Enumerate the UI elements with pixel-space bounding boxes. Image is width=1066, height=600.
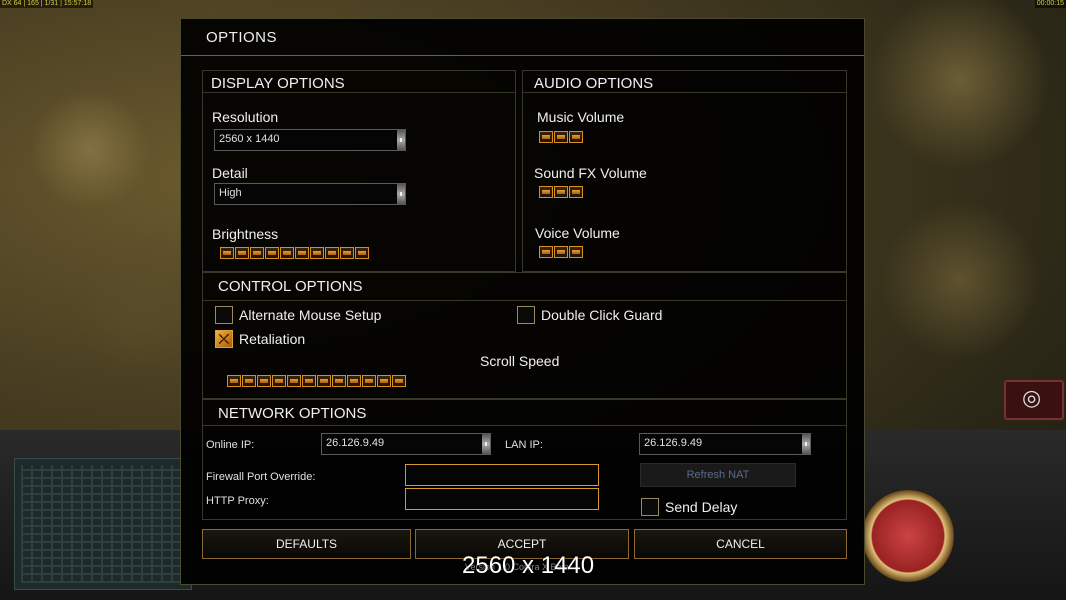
dialog-header: OPTIONS bbox=[181, 19, 864, 56]
dropdown-arrow-icon[interactable] bbox=[397, 130, 405, 150]
voice-volume-label: Voice Volume bbox=[535, 225, 620, 241]
sfx-volume-slider[interactable] bbox=[539, 186, 583, 198]
resolution-label: Resolution bbox=[212, 109, 279, 125]
brightness-slider[interactable] bbox=[220, 247, 369, 259]
music-volume-slider[interactable] bbox=[539, 131, 583, 143]
slider-segment[interactable] bbox=[250, 247, 264, 259]
slider-segment[interactable] bbox=[332, 375, 346, 387]
slider-segment[interactable] bbox=[347, 375, 361, 387]
detail-dropdown[interactable]: High bbox=[214, 183, 406, 205]
audio-options-title: AUDIO OPTIONS bbox=[534, 75, 654, 92]
slider-segment[interactable] bbox=[280, 247, 294, 259]
slider-segment[interactable] bbox=[539, 131, 553, 143]
scroll-speed-slider[interactable] bbox=[227, 375, 406, 387]
slider-segment[interactable] bbox=[220, 247, 234, 259]
online-ip-value: 26.126.9.49 bbox=[326, 437, 385, 449]
display-options-title: DISPLAY OPTIONS bbox=[211, 75, 345, 92]
slider-segment[interactable] bbox=[272, 375, 286, 387]
double-click-guard-label: Double Click Guard bbox=[541, 307, 663, 323]
faction-emblem-icon bbox=[862, 490, 954, 582]
slider-segment[interactable] bbox=[392, 375, 406, 387]
slider-segment[interactable] bbox=[569, 186, 583, 198]
slider-segment[interactable] bbox=[302, 375, 316, 387]
radar-toggle-icon[interactable] bbox=[1004, 380, 1064, 420]
audio-options-panel: AUDIO OPTIONS Music Volume Sound FX Volu… bbox=[522, 70, 847, 272]
network-options-title: NETWORK OPTIONS bbox=[218, 405, 367, 422]
dropdown-arrow-icon[interactable] bbox=[397, 184, 405, 204]
slider-segment[interactable] bbox=[377, 375, 391, 387]
slider-segment[interactable] bbox=[325, 247, 339, 259]
slider-segment[interactable] bbox=[310, 247, 324, 259]
control-options-title: CONTROL OPTIONS bbox=[218, 278, 363, 295]
slider-segment[interactable] bbox=[569, 131, 583, 143]
options-dialog: OPTIONS DISPLAY OPTIONS Resolution 2560 … bbox=[180, 18, 865, 585]
dropdown-arrow-icon[interactable] bbox=[802, 434, 810, 454]
retaliation-label: Retaliation bbox=[239, 331, 306, 347]
alternate-mouse-label: Alternate Mouse Setup bbox=[239, 307, 382, 323]
system-status: DX 64 | 165 | 1/31 | 15:57:18 bbox=[0, 0, 94, 8]
slider-segment[interactable] bbox=[569, 246, 583, 258]
sfx-volume-label: Sound FX Volume bbox=[534, 165, 647, 181]
scroll-speed-label: Scroll Speed bbox=[480, 353, 560, 369]
slider-segment[interactable] bbox=[554, 131, 568, 143]
cancel-button[interactable]: CANCEL bbox=[634, 529, 847, 559]
firewall-port-label: Firewall Port Override: bbox=[206, 471, 316, 483]
dialog-title: OPTIONS bbox=[206, 29, 278, 46]
display-options-panel: DISPLAY OPTIONS Resolution 2560 x 1440 D… bbox=[202, 70, 516, 272]
alternate-mouse-checkbox[interactable] bbox=[215, 306, 233, 324]
retaliation-checkbox[interactable] bbox=[215, 330, 233, 348]
system-clock: 00:00:15 bbox=[1034, 0, 1066, 8]
lan-ip-value: 26.126.9.49 bbox=[644, 437, 703, 449]
slider-segment[interactable] bbox=[340, 247, 354, 259]
slider-segment[interactable] bbox=[257, 375, 271, 387]
slider-segment[interactable] bbox=[362, 375, 376, 387]
http-proxy-input[interactable] bbox=[405, 488, 599, 510]
slider-segment[interactable] bbox=[295, 247, 309, 259]
music-volume-label: Music Volume bbox=[537, 109, 625, 125]
defaults-button[interactable]: DEFAULTS bbox=[202, 529, 411, 559]
resolution-overlay: 2560 x 1440 bbox=[462, 552, 595, 579]
detail-label: Detail bbox=[212, 165, 248, 181]
slider-segment[interactable] bbox=[317, 375, 331, 387]
send-delay-label: Send Delay bbox=[665, 499, 738, 515]
lan-ip-label: LAN IP: bbox=[505, 439, 543, 451]
resolution-value: 2560 x 1440 bbox=[219, 133, 280, 145]
slider-segment[interactable] bbox=[554, 186, 568, 198]
network-options-panel: NETWORK OPTIONS Online IP: 26.126.9.49 L… bbox=[202, 399, 847, 520]
slider-segment[interactable] bbox=[227, 375, 241, 387]
control-options-panel: CONTROL OPTIONS Alternate Mouse Setup Do… bbox=[202, 272, 847, 399]
firewall-port-input[interactable] bbox=[405, 464, 599, 486]
brightness-label: Brightness bbox=[212, 226, 279, 242]
slider-segment[interactable] bbox=[235, 247, 249, 259]
slider-segment[interactable] bbox=[287, 375, 301, 387]
resolution-dropdown[interactable]: 2560 x 1440 bbox=[214, 129, 406, 151]
detail-value: High bbox=[219, 187, 242, 199]
dropdown-arrow-icon[interactable] bbox=[482, 434, 490, 454]
slider-segment[interactable] bbox=[265, 247, 279, 259]
online-ip-dropdown[interactable]: 26.126.9.49 bbox=[321, 433, 491, 455]
online-ip-label: Online IP: bbox=[206, 439, 255, 451]
voice-volume-slider[interactable] bbox=[539, 246, 583, 258]
slider-segment[interactable] bbox=[355, 247, 369, 259]
minimap[interactable] bbox=[14, 458, 192, 590]
send-delay-checkbox[interactable] bbox=[641, 498, 659, 516]
refresh-nat-button[interactable]: Refresh NAT bbox=[640, 463, 796, 487]
slider-segment[interactable] bbox=[539, 186, 553, 198]
slider-segment[interactable] bbox=[554, 246, 568, 258]
http-proxy-label: HTTP Proxy: bbox=[206, 495, 269, 507]
slider-segment[interactable] bbox=[539, 246, 553, 258]
lan-ip-dropdown[interactable]: 26.126.9.49 bbox=[639, 433, 811, 455]
slider-segment[interactable] bbox=[242, 375, 256, 387]
double-click-guard-checkbox[interactable] bbox=[517, 306, 535, 324]
